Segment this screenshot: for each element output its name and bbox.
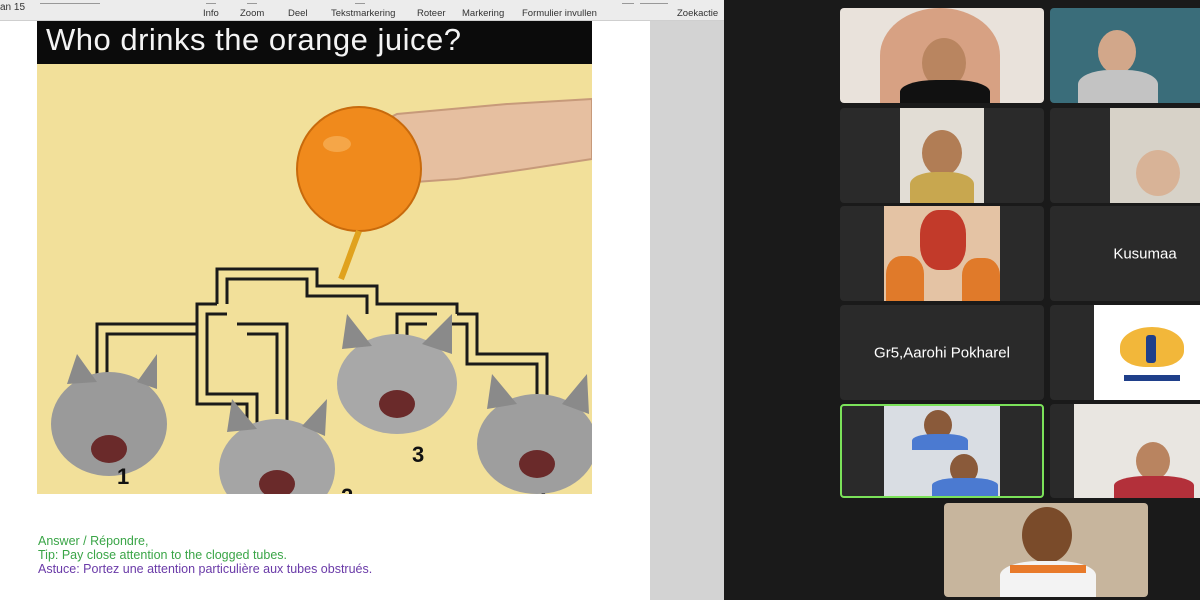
participant-face — [1098, 30, 1136, 74]
scarf-stripe — [1010, 565, 1086, 573]
cat-number-3: 3 — [412, 442, 424, 467]
screen: an 15 Info Zoom Deel Tekstmarkering Rote… — [0, 0, 1200, 600]
participant-body — [912, 434, 968, 450]
participant-body — [1114, 476, 1194, 498]
toolbar-fill-form[interactable]: Formulier invullen — [522, 8, 597, 19]
toolbar-zoom[interactable]: Zoom — [240, 8, 264, 19]
caption-answer: Answer / Répondre, — [38, 534, 149, 548]
cat-number-1: 1 — [117, 464, 129, 489]
participant-tile-9[interactable] — [1050, 404, 1200, 498]
participant-tile-aarohi[interactable]: Gr5,Aarohi Pokharel — [840, 305, 1044, 400]
child-right — [962, 258, 1000, 301]
puzzle-illustration: 1 2 3 4 — [37, 64, 592, 494]
participant-tile-kusumaa[interactable]: Kusumaa — [1050, 206, 1200, 301]
participant-tile-2[interactable] — [1050, 8, 1200, 103]
logo-figure-icon — [1146, 335, 1156, 363]
page-indicator: an 15 — [0, 2, 26, 13]
toolbar-info[interactable]: Info — [203, 8, 219, 19]
toolbar-share[interactable]: Deel — [288, 8, 308, 19]
participant-name-aarohi: Gr5,Aarohi Pokharel — [874, 344, 1010, 361]
info-icon[interactable] — [206, 0, 216, 4]
participant-tile-4[interactable] — [1050, 108, 1200, 203]
toolbar-markup[interactable]: Markering — [462, 8, 504, 19]
search-icon[interactable] — [622, 0, 634, 4]
participant-face — [1136, 150, 1180, 196]
child-left — [886, 256, 924, 301]
participant-body — [900, 80, 990, 103]
toolbar-rotate[interactable]: Roteer — [417, 8, 446, 19]
participant-name-kusumaa: Kusumaa — [1113, 245, 1177, 262]
preview-canvas-margin — [650, 21, 724, 600]
participant-tile-1[interactable] — [840, 8, 1044, 103]
pdf-page: Who drinks the orange juice? 1 3 Answer … — [0, 21, 650, 600]
participant-body-2 — [932, 478, 998, 496]
logo-text-mark — [1124, 375, 1180, 381]
participant-tile-active-speaker[interactable] — [840, 404, 1044, 498]
puzzle-title: Who drinks the orange juice? — [46, 22, 462, 57]
participant-tile-7[interactable] — [1050, 305, 1200, 400]
video-call-gallery: Kusumaa Gr5,Aarohi Pokharel — [724, 0, 1200, 600]
caption-astuce: Astuce: Portez une attention particulièr… — [38, 562, 373, 576]
mask-costume — [920, 210, 966, 270]
participant-body — [910, 172, 974, 203]
participant-face — [1136, 442, 1170, 480]
participant-tile-5[interactable] — [840, 206, 1044, 301]
participant-tile-3[interactable] — [840, 108, 1044, 203]
preview-toolbar: an 15 Info Zoom Deel Tekstmarkering Rote… — [0, 0, 724, 21]
highlight-icon[interactable] — [355, 0, 365, 4]
search-field[interactable] — [640, 0, 668, 4]
pdf-preview-window: an 15 Info Zoom Deel Tekstmarkering Rote… — [0, 0, 724, 600]
cat-number-2: 2 — [341, 484, 353, 494]
zoom-icon[interactable] — [247, 0, 257, 4]
orange-shape — [296, 106, 422, 232]
toolbar-search[interactable]: Zoekactie — [677, 8, 718, 19]
puzzle-image: Who drinks the orange juice? 1 3 — [37, 21, 592, 494]
participant-face — [922, 130, 962, 176]
cat-number-4: 4 — [535, 489, 548, 494]
participant-face — [1022, 507, 1072, 563]
participant-tile-10[interactable] — [944, 503, 1148, 597]
caption-tip: Tip: Pay close attention to the clogged … — [38, 548, 287, 562]
toolbar-cut-text — [40, 0, 100, 4]
toolbar-highlight[interactable]: Tekstmarkering — [331, 8, 395, 19]
participant-body — [1078, 70, 1158, 103]
puzzle-title-bar: Who drinks the orange juice? — [37, 21, 592, 64]
